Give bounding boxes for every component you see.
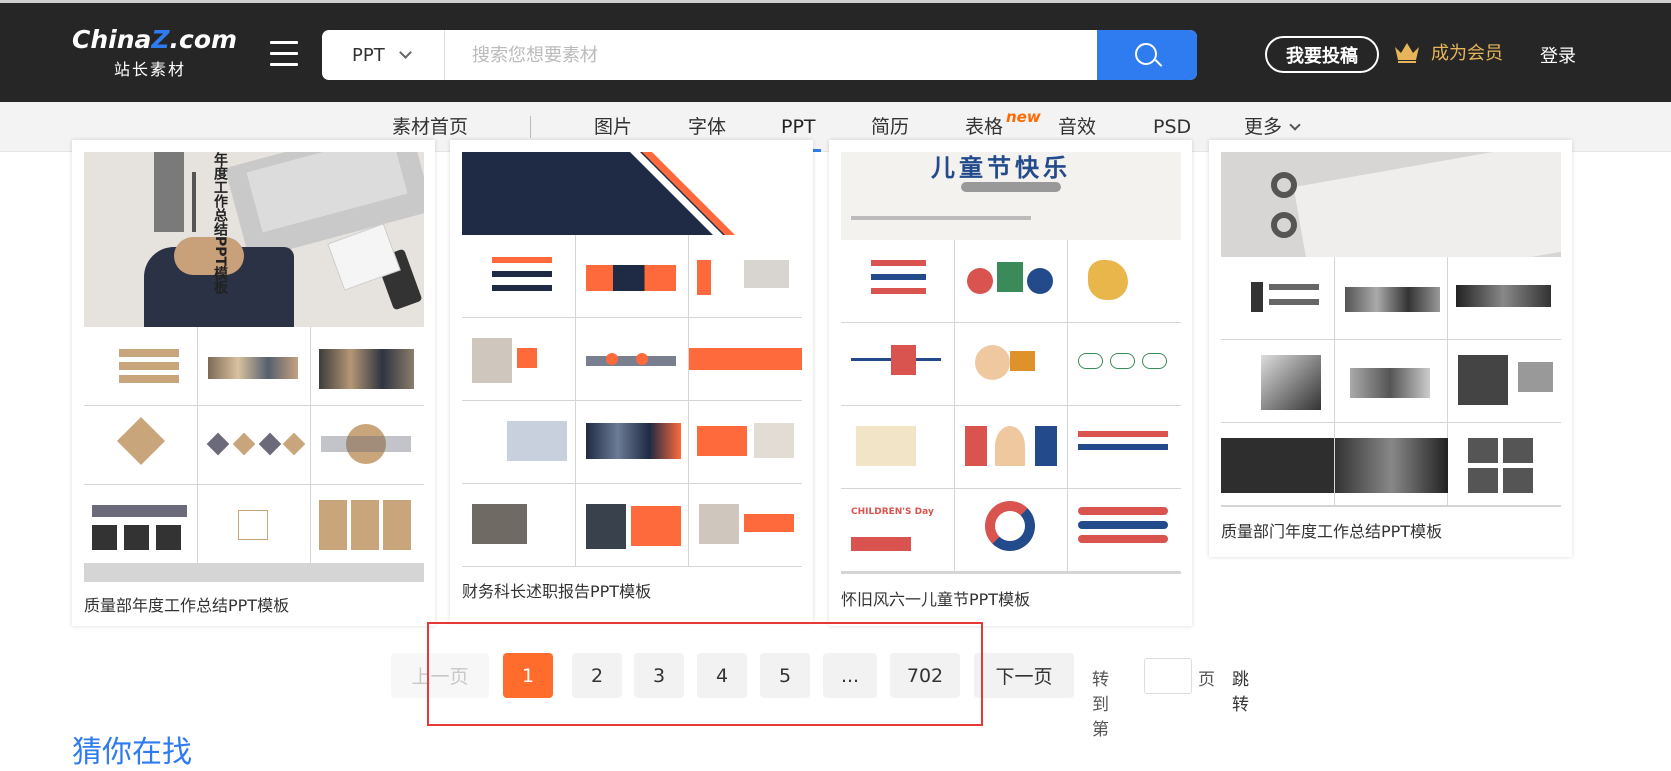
site-logo[interactable]: ChinaZ.com 站长素材 — [72, 25, 238, 80]
logo-wordmark: ChinaZ.com — [72, 25, 238, 54]
vip-label: 成为会员 — [1431, 43, 1503, 64]
hamburger-menu-icon[interactable] — [270, 41, 298, 67]
next-page-button[interactable]: 下一页 — [974, 653, 1074, 698]
goto-page-suffix: 页 — [1198, 670, 1215, 690]
template-preview-image — [1221, 152, 1561, 507]
become-vip-link[interactable]: 成为会员 — [1393, 39, 1503, 65]
nav-more-label: 更多 — [1244, 116, 1283, 138]
template-preview-image: 儿童节快乐 CHILDREN'S Day — [841, 152, 1181, 574]
hero-text: 年度工作总结PPT模板 — [212, 152, 228, 295]
template-title[interactable]: 怀旧风六一儿童节PPT模板 — [841, 586, 1030, 610]
search-input[interactable] — [446, 30, 1076, 80]
annotation-highlight-box — [427, 622, 983, 726]
cell-text: CHILDREN'S Day — [851, 507, 934, 517]
hero-text: 儿童节快乐 — [931, 154, 1071, 182]
chevron-down-icon — [1289, 119, 1301, 131]
search-bar: PPT — [322, 30, 1197, 80]
template-card[interactable]: 财务科长述职报告PPT模板 — [450, 140, 813, 622]
logo-subtitle: 站长素材 — [114, 60, 187, 79]
login-link[interactable]: 登录 — [1540, 42, 1576, 68]
crown-icon — [1395, 43, 1419, 63]
template-preview-image — [462, 152, 802, 567]
search-button[interactable] — [1097, 30, 1197, 80]
goto-page-prefix: 转到第 — [1092, 670, 1109, 740]
chevron-down-icon — [398, 45, 412, 59]
template-preview-image: 年度工作总结PPT模板 — [84, 152, 424, 582]
template-card[interactable]: 质量部门年度工作总结PPT模板 — [1209, 140, 1572, 557]
template-title[interactable]: 质量部门年度工作总结PPT模板 — [1221, 518, 1442, 542]
template-card[interactable]: 儿童节快乐 CHILDREN'S Day 怀旧风六一儿童节PPT模板 — [829, 140, 1192, 626]
nav-divider — [530, 116, 531, 138]
section-title: 猜你在找 — [72, 735, 192, 770]
new-badge: new — [1006, 108, 1041, 126]
template-title[interactable]: 财务科长述职报告PPT模板 — [462, 578, 651, 602]
goto-page-button[interactable]: 跳转 — [1232, 665, 1249, 715]
search-category-select[interactable]: PPT — [322, 30, 445, 80]
template-title[interactable]: 质量部年度工作总结PPT模板 — [84, 592, 289, 616]
goto-page-input[interactable] — [1144, 658, 1192, 694]
top-header-bar: ChinaZ.com 站长素材 PPT 我要投稿 成为会员 登录 — [0, 0, 1671, 102]
contribute-button[interactable]: 我要投稿 — [1265, 36, 1379, 73]
template-card[interactable]: 年度工作总结PPT模板 质量部年度工作总结PPT模板 — [72, 140, 435, 626]
search-category-label: PPT — [352, 44, 385, 66]
